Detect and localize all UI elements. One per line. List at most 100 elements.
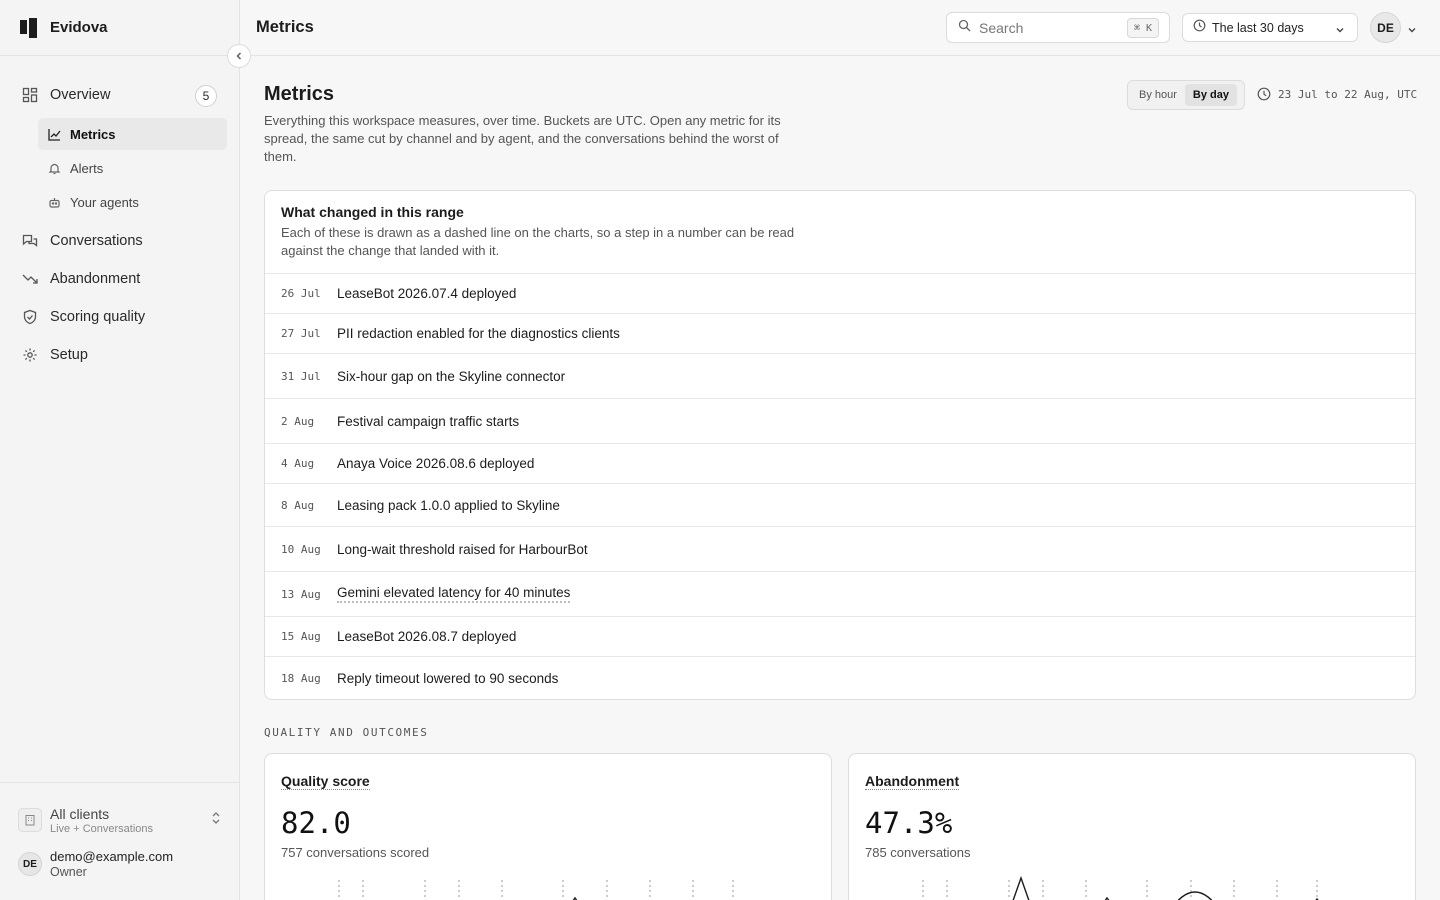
sidebar-item-scoring-quality[interactable]: Scoring quality — [0, 298, 239, 336]
collapse-sidebar-button[interactable] — [227, 44, 251, 68]
quality-sparkline — [338, 880, 734, 900]
sidebar-item-label: Setup — [50, 347, 88, 363]
range-readout: 23 Jul to 22 Aug, UTC — [1257, 87, 1417, 101]
chevron-down-icon[interactable] — [1407, 22, 1417, 40]
change-label: Reply timeout lowered to 90 seconds — [337, 670, 559, 686]
client-text: All clients Live + Conversations — [50, 806, 153, 835]
client-selector[interactable]: All clients Live + Conversations — [0, 783, 239, 839]
sidebar-item-label: Abandonment — [50, 271, 141, 287]
chevron-left-icon — [236, 52, 241, 60]
change-row[interactable]: 13 Aug Gemini elevated latency for 40 mi… — [265, 571, 1415, 616]
sidebar-subitem-alerts[interactable]: Alerts — [38, 152, 227, 184]
bell-icon — [48, 162, 61, 175]
change-date: 10 Aug — [281, 542, 321, 556]
user-menu[interactable]: DE demo@example.com Owner — [0, 839, 239, 879]
page-description: Everything this workspace measures, over… — [264, 113, 781, 164]
clock-icon — [1193, 19, 1206, 37]
avatar[interactable]: DE — [1370, 12, 1401, 43]
change-date: 31 Jul — [281, 369, 321, 383]
line-chart-icon — [48, 128, 61, 141]
by-hour-button[interactable]: By hour — [1131, 84, 1185, 106]
topbar: Metrics Search ⌘ K The last 30 days DE — [240, 0, 1440, 56]
change-date: 4 Aug — [281, 457, 315, 470]
change-row[interactable]: 31 Jul Six-hour gap on the Skyline conne… — [265, 353, 1415, 398]
building-icon — [18, 808, 42, 832]
change-label: Long-wait threshold raised for HarbourBo… — [337, 541, 588, 557]
range-text: 23 Jul to 22 Aug, UTC — [1278, 87, 1418, 101]
sidebar-subitem-label: Alerts — [70, 160, 104, 176]
change-label: Festival campaign traffic starts — [337, 413, 520, 429]
metric-value: 47.3% — [865, 806, 953, 840]
client-name: All clients — [50, 805, 110, 822]
change-row[interactable]: 15 Aug LeaseBot 2026.08.7 deployed — [265, 616, 1415, 656]
changes-title: What changed in this range — [281, 204, 464, 220]
sidebar-item-setup[interactable]: Setup — [0, 336, 239, 374]
sidebar-subitem-label: Your agents — [70, 194, 139, 210]
gear-icon — [22, 347, 38, 363]
chevron-down-icon — [1335, 22, 1345, 40]
granularity-toggle: By hour By day — [1127, 80, 1245, 110]
date-range-select[interactable]: The last 30 days — [1182, 13, 1358, 42]
abandonment-card[interactable]: Abandonment 47.3% 785 conversations — [848, 753, 1416, 900]
bot-icon — [48, 196, 61, 209]
grid-icon — [22, 87, 38, 103]
sidebar-subitem-label: Metrics — [70, 126, 116, 142]
sidebar-item-label: Scoring quality — [50, 309, 146, 325]
chat-bubbles-icon — [22, 233, 38, 249]
search-placeholder: Search — [979, 19, 1024, 36]
metric-title[interactable]: Abandonment — [865, 773, 960, 790]
abandonment-line — [1012, 875, 1319, 900]
change-row[interactable]: 2 Aug Festival campaign traffic starts — [265, 398, 1415, 443]
client-subtitle: Live + Conversations — [50, 822, 154, 835]
change-row[interactable]: 10 Aug Long-wait threshold raised for Ha… — [265, 526, 1415, 571]
change-row[interactable]: 4 Aug Anaya Voice 2026.08.6 deployed — [265, 443, 1415, 483]
abandonment-sparkline — [922, 875, 1319, 900]
change-date: 15 Aug — [281, 630, 321, 643]
metric-value: 82.0 — [281, 806, 351, 840]
page-title: Metrics — [264, 83, 335, 105]
clock-icon — [1257, 87, 1271, 101]
change-row[interactable]: 18 Aug Reply timeout lowered to 90 secon… — [265, 656, 1415, 699]
change-date: 26 Jul — [281, 287, 321, 300]
change-label: Gemini elevated latency for 40 minutes — [337, 585, 571, 603]
brand-name: Evidova — [50, 19, 108, 36]
sidebar-item-label: Overview — [50, 87, 111, 103]
change-row[interactable]: 8 Aug Leasing pack 1.0.0 applied to Skyl… — [265, 483, 1415, 526]
sidebar-footer: All clients Live + Conversations DE demo… — [0, 782, 239, 900]
search-icon — [958, 19, 971, 37]
metric-subtitle: 785 conversations — [865, 845, 971, 860]
sidebar-item-overview[interactable]: Overview 5 — [0, 76, 239, 114]
overview-count-badge: 5 — [195, 85, 217, 107]
page-title-header: Metrics — [256, 18, 314, 36]
change-date: 27 Jul — [281, 327, 321, 340]
sidebar-subitem-metrics[interactable]: Metrics — [38, 118, 227, 150]
change-row[interactable]: 27 Jul PII redaction enabled for the dia… — [265, 313, 1415, 353]
shield-check-icon — [22, 309, 38, 325]
sidebar-item-abandonment[interactable]: Abandonment — [0, 260, 239, 298]
main-content: Metrics Everything this workspace measur… — [240, 56, 1440, 900]
brand[interactable]: Evidova — [0, 0, 239, 56]
sidebar-item-label: Conversations — [50, 233, 143, 249]
main-nav: Overview 5 Metrics Alerts Your agents Co… — [0, 56, 239, 374]
search-input[interactable]: Search ⌘ K — [946, 12, 1170, 43]
change-row[interactable]: 26 Jul LeaseBot 2026.07.4 deployed — [265, 273, 1415, 313]
change-label: Six-hour gap on the Skyline connector — [337, 368, 566, 384]
metric-subtitle: 757 conversations scored — [281, 845, 430, 860]
sidebar-item-conversations[interactable]: Conversations — [0, 222, 239, 260]
sidebar: Evidova Overview 5 Metrics Alerts Your a… — [0, 0, 240, 900]
change-date: 2 Aug — [281, 414, 315, 428]
brand-logo-icon — [20, 17, 38, 38]
user-text: demo@example.com Owner — [50, 849, 173, 879]
section-label: QUALITY AND OUTCOMES — [264, 726, 429, 739]
keyboard-shortcut: ⌘ K — [1126, 18, 1159, 38]
user-email: demo@example.com — [50, 849, 174, 864]
by-day-button[interactable]: By day — [1184, 84, 1237, 106]
quality-score-card[interactable]: Quality score 82.0 757 conversations sco… — [264, 753, 832, 900]
change-label: Anaya Voice 2026.08.6 deployed — [337, 456, 535, 471]
metric-title[interactable]: Quality score — [281, 773, 370, 790]
change-date: 13 Aug — [281, 587, 321, 601]
sidebar-subitem-your-agents[interactable]: Your agents — [38, 186, 227, 218]
change-date: 8 Aug — [281, 498, 315, 512]
date-range-label: The last 30 days — [1212, 20, 1304, 35]
change-date: 18 Aug — [281, 671, 321, 685]
